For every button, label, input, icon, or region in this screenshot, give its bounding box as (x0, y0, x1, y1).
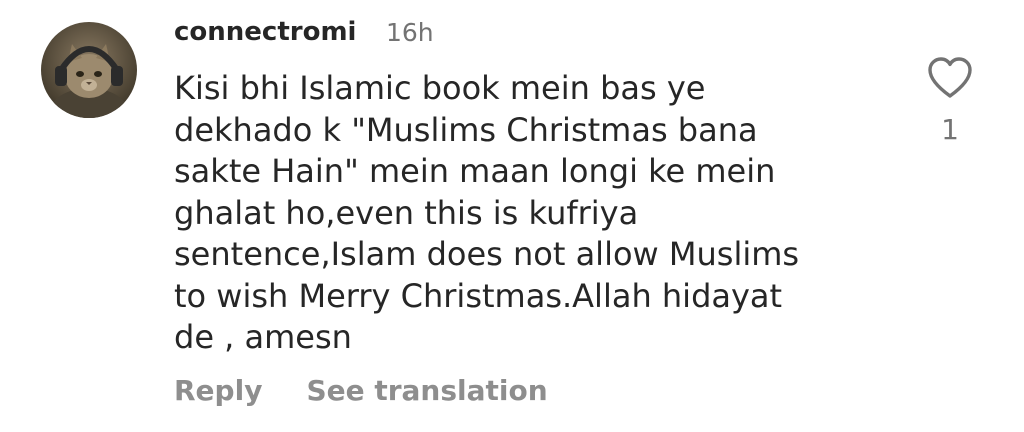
user-avatar[interactable] (41, 22, 137, 118)
comment-text-line: Kisi bhi Islamic book mein bas ye (174, 69, 706, 107)
comment-text-line: dekhado k "Muslims Christmas bana (174, 110, 758, 149)
comment-text-line: sakte Hain" mein maan longi ke mein (174, 152, 776, 190)
comment-text-line: de , amesn (174, 318, 352, 356)
reply-button[interactable]: Reply (174, 374, 262, 407)
comment-actions: Reply See translation (174, 374, 548, 407)
comment-timestamp: 16h (386, 18, 434, 47)
comment-text-line: ghalat ho,even this is kufriya (174, 193, 639, 232)
comment-text-line: sentence,Islam does not allow Muslims (174, 235, 800, 273)
comment-item: connectromi 16h Kisi bhi Islamic book me… (0, 0, 1024, 432)
see-translation-button[interactable]: See translation (306, 374, 547, 407)
comment-text-line: to wish Merry Christmas.Allah hidayat (174, 276, 783, 315)
cat-with-headphones-avatar-icon (41, 22, 137, 118)
heart-outline-icon (928, 57, 972, 98)
comment-text: Kisi bhi Islamic book mein bas ye dekhad… (174, 68, 874, 359)
username-link[interactable]: connectromi (174, 17, 356, 47)
like-button[interactable] (926, 55, 974, 99)
like-count: 1 (941, 113, 959, 146)
